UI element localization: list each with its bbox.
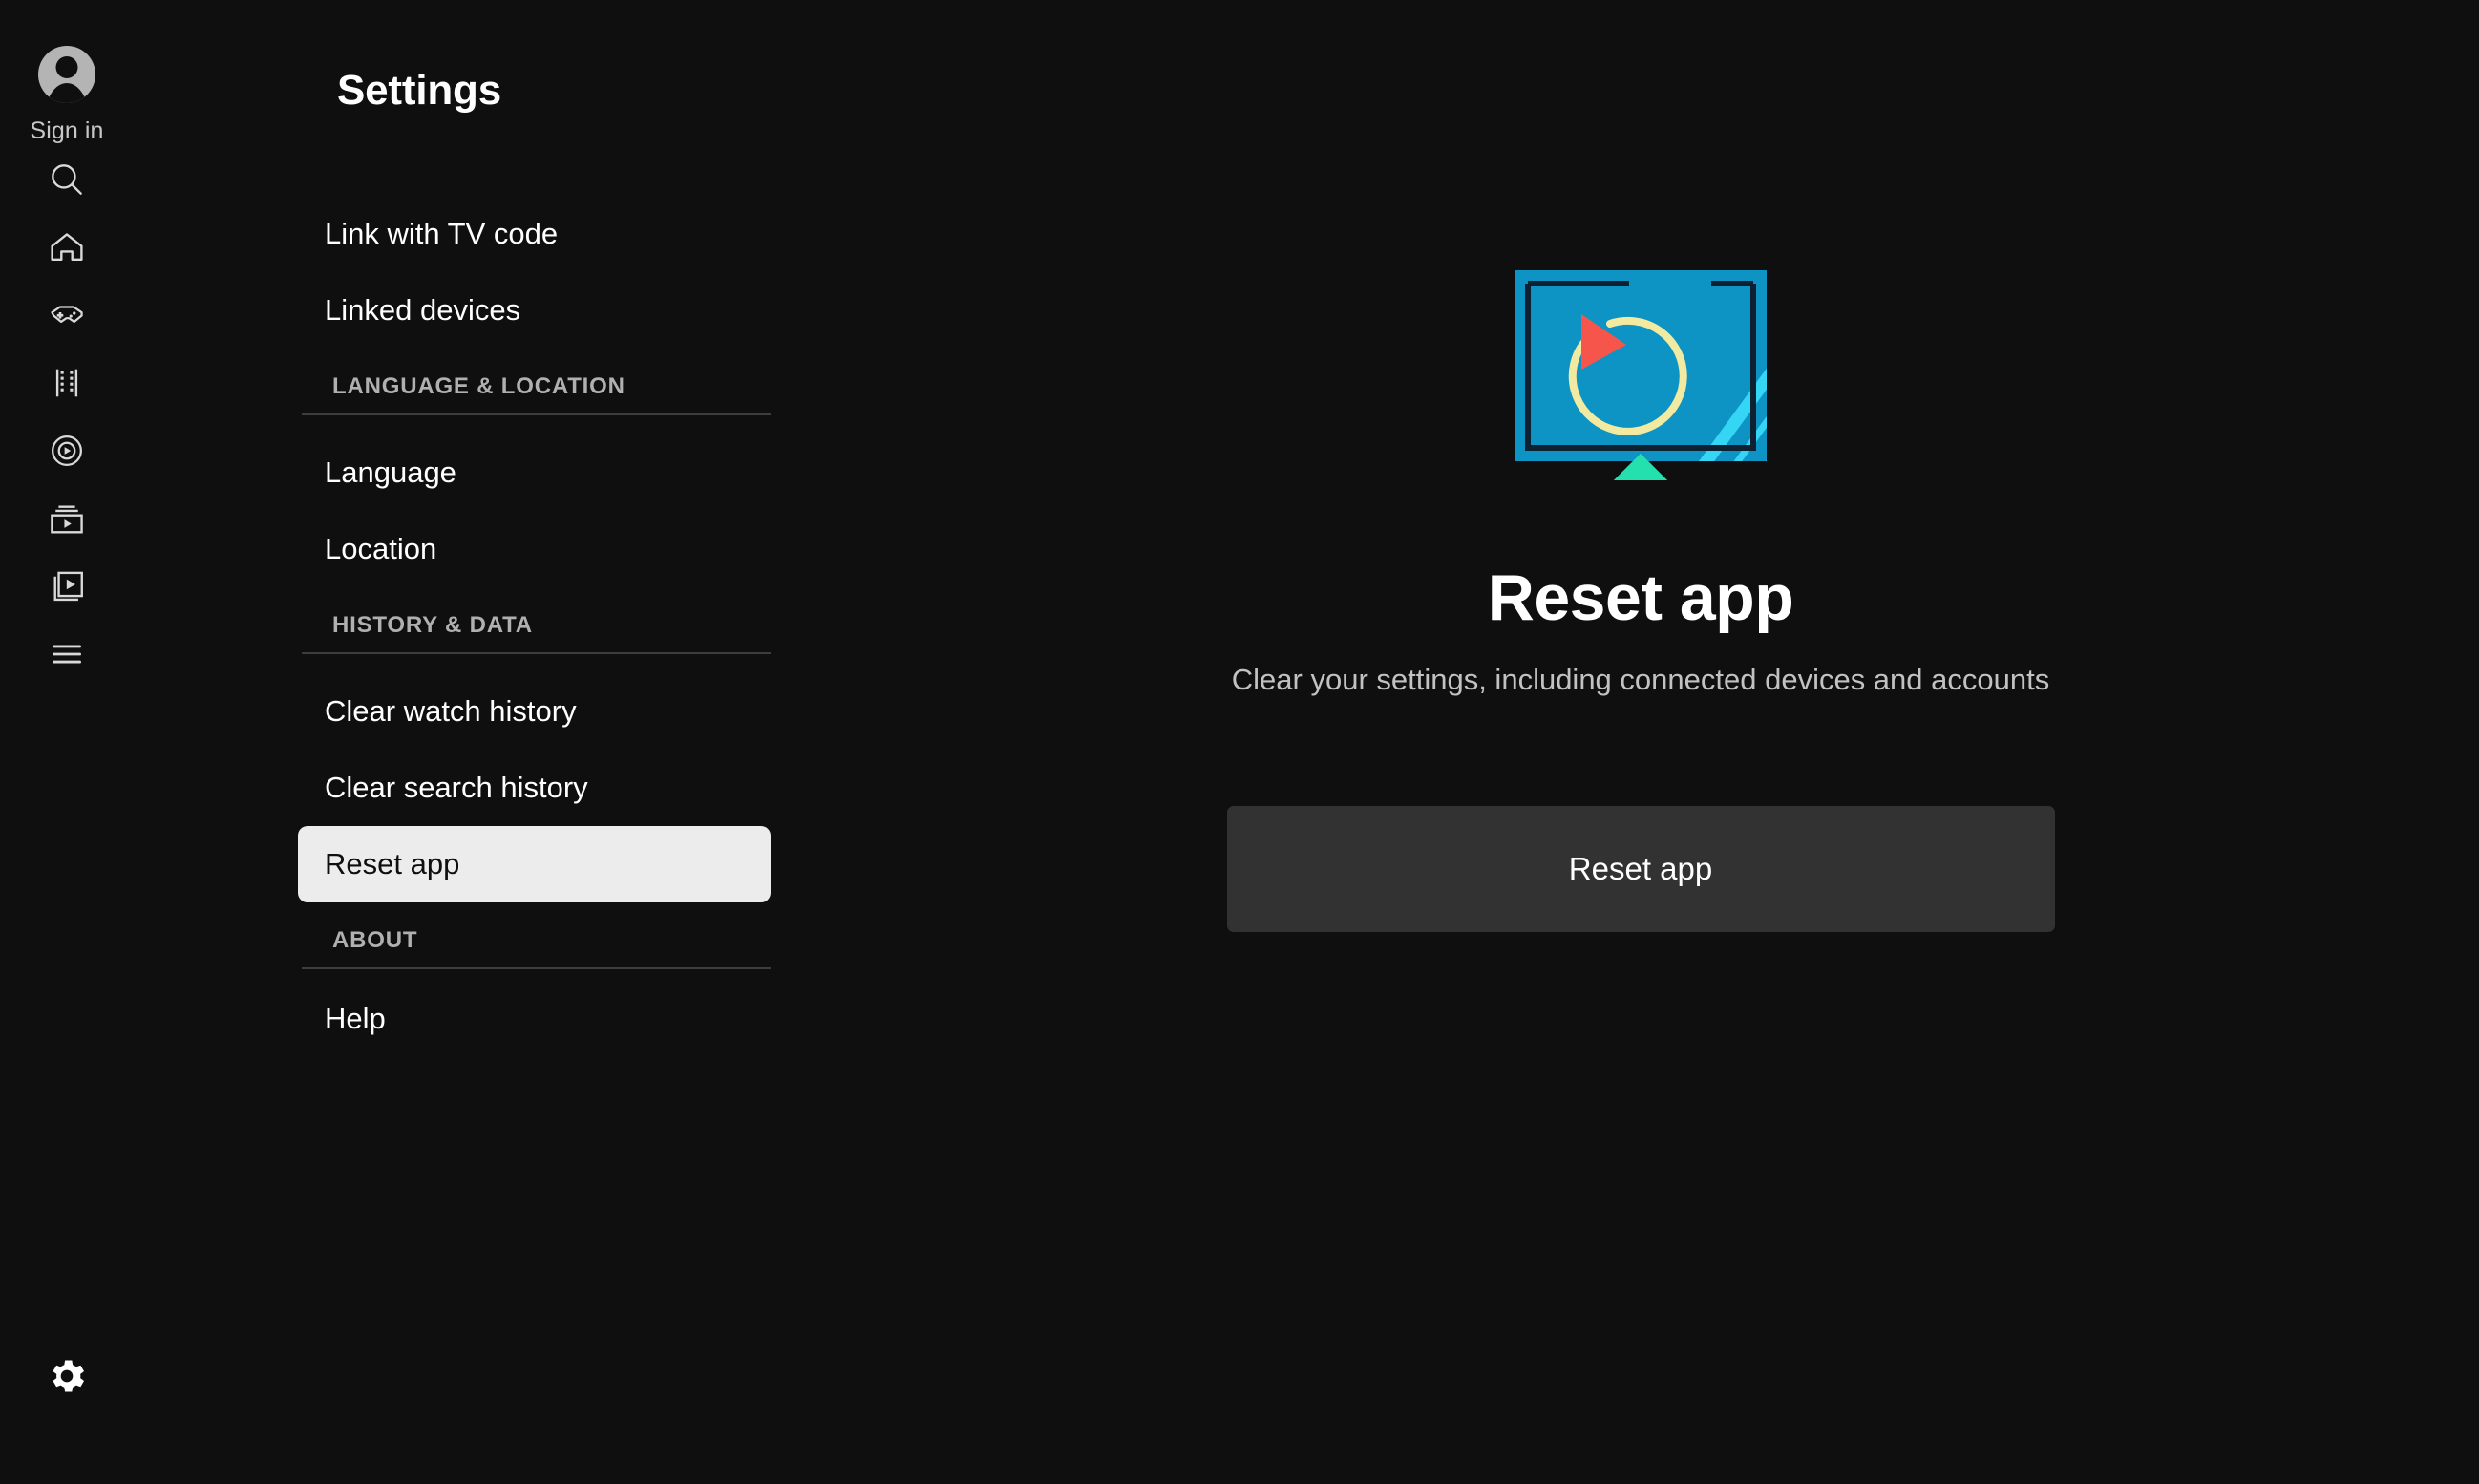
rail-icon-list: [0, 145, 134, 688]
home-icon: [46, 226, 88, 268]
library-icon: [46, 565, 88, 607]
rail-item-subscriptions[interactable]: [0, 484, 134, 552]
detail-title: Reset app: [1487, 562, 1794, 634]
settings-menu[interactable]: Link with TV code Linked devices LANGUAG…: [134, 196, 802, 1484]
settings-item-language[interactable]: Language: [298, 435, 771, 511]
detail-pane: Reset app Clear your settings, including…: [802, 0, 2479, 1484]
hamburger-menu-icon: [46, 633, 88, 675]
settings-section-about: ABOUT: [302, 902, 771, 969]
film-strip-icon: [46, 362, 88, 404]
rail-item-home[interactable]: [0, 213, 134, 281]
settings-item-label: Help: [325, 1002, 386, 1035]
reset-app-button[interactable]: Reset app: [1226, 806, 2055, 933]
settings-item-clear-watch-history[interactable]: Clear watch history: [298, 673, 771, 750]
settings-item-label: Clear watch history: [325, 694, 577, 728]
settings-list-column: Settings Link with TV code Linked device…: [134, 0, 937, 1484]
gamepad-icon: [45, 293, 89, 337]
subscriptions-icon: [46, 498, 88, 540]
left-icon-rail: Sign in: [0, 0, 134, 1484]
settings-item-label: Link with TV code: [325, 217, 559, 250]
settings-item-link-with-tv-code[interactable]: Link with TV code: [298, 196, 771, 272]
settings-item-label: Clear search history: [325, 771, 588, 804]
account-section[interactable]: Sign in: [0, 46, 134, 145]
settings-section-language-and-location: LANGUAGE & LOCATION: [302, 349, 771, 415]
page-title: Settings: [337, 67, 501, 114]
rail-item-gaming[interactable]: [0, 281, 134, 349]
rail-item-menu[interactable]: [0, 620, 134, 688]
rail-item-library[interactable]: [0, 552, 134, 620]
live-broadcast-icon: [46, 430, 88, 472]
rail-item-shorts[interactable]: [0, 349, 134, 416]
settings-item-linked-devices[interactable]: Linked devices: [298, 272, 771, 349]
settings-app-window: Sign in Settings Link with TV code Linke…: [0, 0, 2479, 1484]
settings-item-label: Linked devices: [325, 293, 521, 327]
account-circle-icon[interactable]: [38, 46, 95, 103]
settings-item-reset-app[interactable]: Reset app: [298, 826, 771, 902]
search-icon: [46, 159, 88, 201]
tv-reset-illustration: [1507, 270, 1774, 480]
gear-icon: [45, 1354, 89, 1403]
rail-item-search[interactable]: [0, 145, 134, 213]
settings-item-label: Reset app: [325, 847, 460, 880]
sign-in-label[interactable]: Sign in: [30, 117, 103, 145]
settings-item-clear-search-history[interactable]: Clear search history: [298, 750, 771, 826]
settings-item-label: Location: [325, 532, 437, 565]
rail-item-live[interactable]: [0, 416, 134, 484]
settings-section-history-and-data: HISTORY & DATA: [302, 587, 771, 654]
settings-item-location[interactable]: Location: [298, 511, 771, 587]
settings-item-help[interactable]: Help: [298, 981, 771, 1057]
detail-subtitle: Clear your settings, including connected…: [1231, 663, 2050, 696]
settings-item-label: Language: [325, 456, 456, 489]
rail-item-settings[interactable]: [0, 1345, 134, 1411]
